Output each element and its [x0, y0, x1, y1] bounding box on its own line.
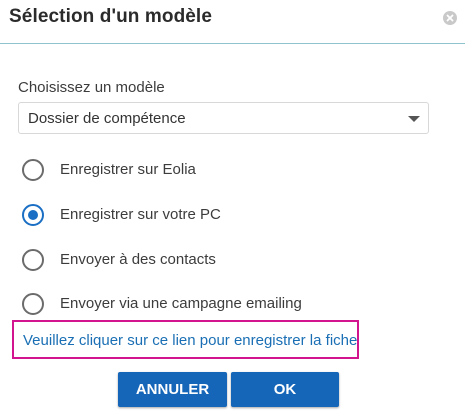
header-divider	[0, 43, 465, 44]
template-select-label: Choisissez un modèle	[18, 79, 165, 96]
radio-save-pc[interactable]	[22, 204, 44, 226]
option-label: Enregistrer sur votre PC	[60, 206, 221, 223]
radio-send-contacts[interactable]	[22, 249, 44, 271]
option-label: Envoyer via une campagne emailing	[60, 295, 302, 312]
radio-send-campaign[interactable]	[22, 293, 44, 315]
save-record-link[interactable]: Veuillez cliquer sur ce lien pour enregi…	[23, 332, 357, 349]
cancel-button[interactable]: ANNULER	[118, 372, 227, 407]
template-select[interactable]: Dossier de compétence	[18, 102, 429, 134]
save-link-highlight: Veuillez cliquer sur ce lien pour enregi…	[12, 320, 359, 359]
template-select-value: Dossier de compétence	[28, 110, 186, 127]
option-label: Enregistrer sur Eolia	[60, 161, 196, 178]
radio-save-eolia[interactable]	[22, 159, 44, 181]
template-selection-dialog: Sélection d'un modèle Choisissez un modè…	[0, 0, 465, 414]
dialog-title: Sélection d'un modèle	[9, 6, 212, 27]
ok-button[interactable]: OK	[231, 372, 339, 407]
option-label: Envoyer à des contacts	[60, 251, 216, 268]
close-icon[interactable]	[443, 11, 457, 25]
chevron-down-icon	[408, 116, 420, 122]
